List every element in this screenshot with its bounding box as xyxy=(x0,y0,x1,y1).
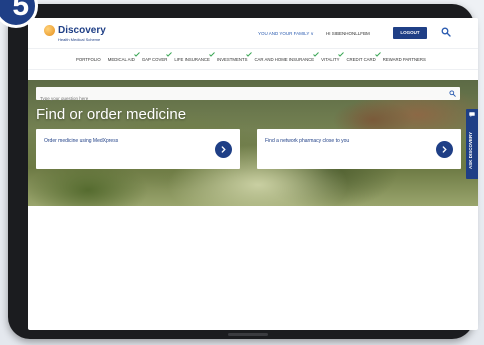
nav-item-label: LIFE INSURANCE xyxy=(174,56,210,62)
order-medicine-card[interactable]: Order medicine using MedXpress xyxy=(36,129,240,169)
chevron-right-icon xyxy=(221,146,226,153)
order-medicine-go-button[interactable] xyxy=(215,141,232,158)
order-medicine-label: Order medicine using MedXpress xyxy=(44,138,119,144)
nav-item-vitality[interactable]: VITALITY xyxy=(321,51,345,62)
check-icon xyxy=(313,51,319,57)
check-icon xyxy=(166,51,173,57)
nav-item-reward-partners[interactable]: REWARD PARTNERS xyxy=(383,57,426,62)
nav-item-life-insurance[interactable]: LIFE INSURANCE xyxy=(174,51,215,62)
top-bar: Discovery Health Medical Scheme YOU AND … xyxy=(28,18,478,48)
nav-item-medical-aid[interactable]: MEDICAL AID xyxy=(107,51,140,62)
nav-item-label: GAP COVER xyxy=(141,56,168,62)
tablet-frame: Discovery Health Medical Scheme YOU AND … xyxy=(8,4,478,339)
ask-discovery-tab[interactable]: ASK DISCOVERY xyxy=(466,109,478,179)
search-icon[interactable] xyxy=(449,90,456,97)
nav-item-label: MEDICAL AID xyxy=(107,56,135,62)
nav-item-label: CREDIT CARD xyxy=(346,56,376,62)
question-search-bar xyxy=(36,87,460,105)
nav-item-label: VITALITY xyxy=(321,56,340,62)
nav-item-car-home-insurance[interactable]: CAR AND HOME INSURANCE xyxy=(254,51,319,62)
page-background: Discovery Health Medical Scheme YOU AND … xyxy=(0,0,484,345)
find-pharmacy-label: Find a network pharmacy close to you xyxy=(265,138,350,144)
find-pharmacy-go-button[interactable] xyxy=(436,141,453,158)
device-home-indicator xyxy=(228,333,268,336)
check-icon xyxy=(209,51,215,57)
app-screen: Discovery Health Medical Scheme YOU AND … xyxy=(28,18,478,330)
nav-item-gap-cover[interactable]: GAP COVER xyxy=(141,51,173,62)
nav-item-label: INVESTMENTS xyxy=(216,56,248,62)
check-icon xyxy=(133,51,140,57)
chevron-right-icon xyxy=(442,146,447,153)
nav-item-portfolio[interactable]: PORTFOLIO xyxy=(76,57,101,62)
brand-name: Discovery xyxy=(58,24,106,36)
find-pharmacy-card[interactable]: Find a network pharmacy close to you xyxy=(257,129,461,169)
family-dropdown-link[interactable]: YOU AND YOUR FAMILY ∨ xyxy=(258,31,314,37)
brand-subtitle: Health Medical Scheme xyxy=(58,37,101,42)
ask-discovery-label: ASK DISCOVERY xyxy=(468,131,473,169)
search-icon[interactable] xyxy=(441,27,451,37)
discovery-logo-icon xyxy=(44,25,55,36)
hero-banner: Find or order medicine Order medicine us… xyxy=(28,80,478,206)
check-icon xyxy=(374,51,381,57)
nav-item-credit-card[interactable]: CREDIT CARD xyxy=(346,51,381,62)
nav-item-label: CAR AND HOME INSURANCE xyxy=(254,56,315,62)
main-navigation: PORTFOLIO MEDICAL AID GAP COVER LIFE INS… xyxy=(28,48,478,70)
question-search-input[interactable] xyxy=(36,92,460,105)
chat-icon xyxy=(469,112,475,117)
check-icon xyxy=(338,51,345,57)
user-greeting: HI SIBENHONLLFBM xyxy=(326,31,370,36)
discovery-logo[interactable]: Discovery xyxy=(44,25,106,36)
nav-item-investments[interactable]: INVESTMENTS xyxy=(216,51,253,62)
page-title: Find or order medicine xyxy=(36,106,187,123)
logout-button[interactable]: LOGOUT xyxy=(393,27,427,39)
check-icon xyxy=(246,51,253,57)
